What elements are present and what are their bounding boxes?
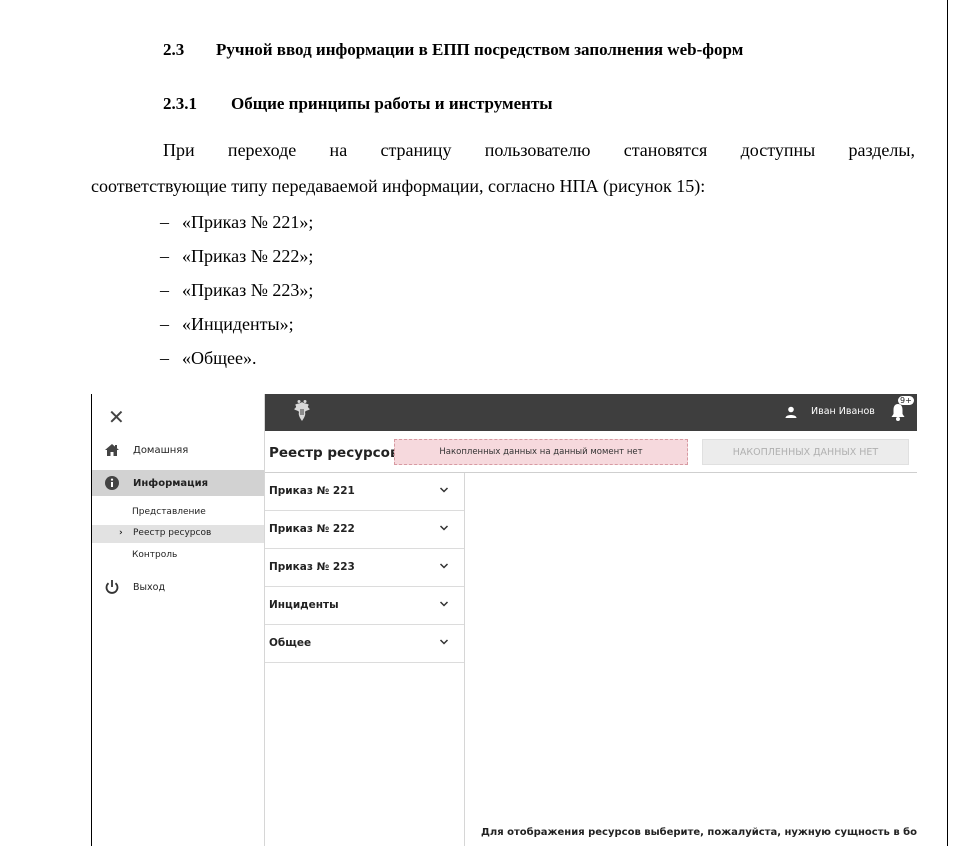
sidebar-item-label: Выход (133, 581, 166, 593)
accordion-item-label: Приказ № 221 (269, 485, 355, 497)
sidebar-subitem-presentation[interactable]: Представление (132, 507, 206, 517)
document-page: 2.3 Ручной ввод информации в ЕПП посредст… (0, 0, 946, 846)
close-icon[interactable]: ✕ (108, 406, 125, 428)
accordion-item-label: Приказ № 223 (269, 561, 355, 573)
accordion-item-order-222[interactable]: Приказ № 222 (265, 511, 464, 549)
section-title: Ручной ввод информации в ЕПП посредством… (216, 40, 744, 59)
section-number: 2.3 (163, 40, 185, 59)
list-item-text: «Инциденты»; (182, 314, 294, 334)
list-dash: – (160, 348, 169, 368)
chevron-right-icon: › (119, 528, 123, 538)
sidebar: ✕ Домашняя Информация Представление › Ре… (92, 394, 265, 846)
user-name[interactable]: Иван Иванов (811, 406, 875, 417)
list-dash: – (160, 280, 169, 300)
accordion-item-order-223[interactable]: Приказ № 223 (265, 549, 464, 587)
list-dash: – (160, 212, 169, 232)
list-dash: – (160, 246, 169, 266)
bell-icon[interactable] (890, 402, 906, 422)
chevron-down-icon (439, 563, 449, 569)
power-icon (105, 580, 119, 594)
list-item: – «Приказ № 223»; (160, 280, 313, 301)
sidebar-subitem-label: Представление (132, 507, 206, 517)
list-item-text: «Приказ № 221»; (182, 212, 314, 232)
empty-data-alert: Накопленных данных на данный момент нет (394, 439, 688, 465)
subsection-number: 2.3.1 (163, 94, 197, 113)
notification-badge: 9+ (898, 396, 914, 405)
empty-state-hint: Для отображения ресурсов выберите, пожал… (481, 827, 917, 838)
no-data-button[interactable]: НАКОПЛЕННЫХ ДАННЫХ НЕТ (702, 439, 909, 465)
accordion-item-incidents[interactable]: Инциденты (265, 587, 464, 625)
figure-screenshot: ✕ Домашняя Информация Представление › Ре… (91, 394, 917, 846)
sidebar-subitem-control[interactable]: Контроль (132, 550, 177, 560)
section-heading: 2.3 Ручной ввод информации в ЕПП посредст… (163, 40, 743, 60)
sidebar-item-logout[interactable]: Выход (92, 574, 264, 600)
paragraph-line-2: соответствующие типу передаваемой информ… (91, 176, 706, 196)
sidebar-subitem-resource-registry[interactable]: › Реестр ресурсов (119, 528, 211, 538)
list-dash: – (160, 314, 169, 334)
accordion-item-order-221[interactable]: Приказ № 221 (265, 473, 464, 511)
accordion-item-label: Общее (269, 637, 312, 649)
chevron-down-icon (439, 487, 449, 493)
accordion-panel: Приказ № 221 Приказ № 222 Приказ № 223 И… (265, 473, 465, 846)
home-icon (105, 444, 119, 456)
subsection-heading: 2.3.1 Общие принципы работы и инструменты (163, 94, 553, 114)
list-item: – «Общее». (160, 348, 257, 369)
sidebar-item-home[interactable]: Домашняя (92, 437, 264, 463)
user-icon (785, 406, 797, 418)
sidebar-item-label: Информация (133, 477, 208, 489)
list-item-text: «Общее». (182, 348, 257, 368)
chevron-down-icon (439, 639, 449, 645)
list-item: – «Приказ № 222»; (160, 246, 313, 267)
chevron-down-icon (439, 601, 449, 607)
list-item-text: «Приказ № 223»; (182, 280, 314, 300)
list-item: – «Приказ № 221»; (160, 212, 313, 233)
sidebar-subitem-label: Контроль (132, 550, 178, 560)
sidebar-item-label: Домашняя (133, 444, 189, 456)
info-icon (105, 476, 119, 490)
paragraph-line-1: При переходе на страницу пользователю ст… (163, 140, 915, 160)
chevron-down-icon (439, 525, 449, 531)
sidebar-subitem-label: Реестр ресурсов (133, 528, 212, 538)
emblem-icon (294, 400, 310, 421)
accordion-item-label: Инциденты (269, 599, 339, 611)
page-border (947, 0, 948, 846)
main-content: Реестр ресурсов Накопленных данных на да… (265, 431, 917, 846)
accordion-item-label: Приказ № 222 (269, 523, 355, 535)
subsection-title: Общие принципы работы и инструменты (231, 94, 553, 113)
sidebar-item-information[interactable]: Информация (92, 470, 264, 496)
list-item-text: «Приказ № 222»; (182, 246, 314, 266)
page-title: Реестр ресурсов (269, 445, 399, 461)
list-item: – «Инциденты»; (160, 314, 294, 335)
accordion-item-general[interactable]: Общее (265, 625, 464, 663)
top-bar: Иван Иванов 9+ (265, 394, 917, 431)
